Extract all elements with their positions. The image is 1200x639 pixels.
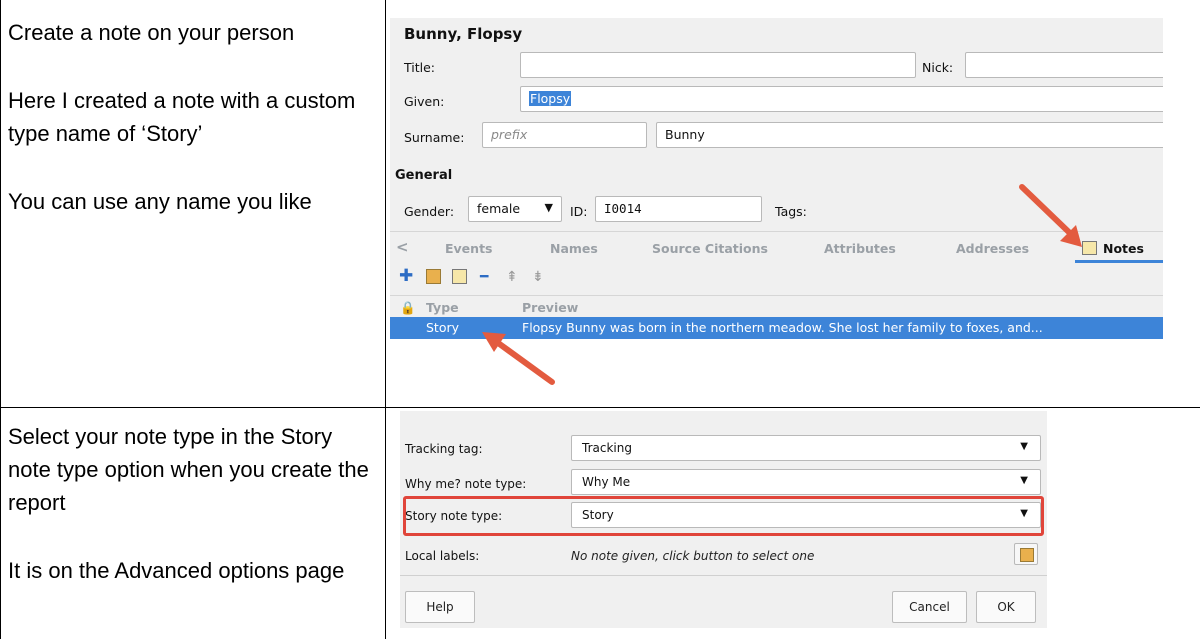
tabs-scroll-left-icon[interactable]: < <box>396 238 409 256</box>
privacy-lock-icon: 🔒 <box>400 300 416 315</box>
dialog-separator <box>400 575 1047 576</box>
given-value-selected: Flopsy <box>529 91 572 106</box>
tracking-tag-value: Tracking <box>582 441 632 455</box>
table-border-middle <box>385 0 386 639</box>
general-heading: General <box>395 168 453 183</box>
surname-input[interactable]: Bunny <box>656 122 1163 148</box>
local-labels-value: No note given, click button to select on… <box>571 549 815 563</box>
given-input[interactable]: Flopsy <box>520 86 1163 112</box>
tracking-tag-dropdown[interactable]: Tracking ▼ <box>571 435 1041 461</box>
local-labels-label: Local labels: <box>405 549 480 563</box>
highlight-box <box>403 496 1044 536</box>
why-me-note-type-dropdown[interactable]: Why Me ▼ <box>571 469 1041 495</box>
surname-label: Surname: <box>404 130 465 145</box>
person-editor-screenshot: Bunny, Flopsy Title: Nick: Given: Flopsy… <box>390 18 1163 402</box>
row1-paragraph-1: Create a note on your person <box>8 20 295 45</box>
person-name-title: Bunny, Flopsy <box>404 25 523 43</box>
share-note-icon[interactable] <box>426 269 441 288</box>
tab-source-citations[interactable]: Source Citations <box>652 241 768 256</box>
row1-paragraph-2: Here I created a note with a custom type… <box>8 88 356 146</box>
id-label: ID: <box>570 204 588 219</box>
row1-paragraph-3: You can use any name you like <box>8 189 312 214</box>
report-options-screenshot: Tracking tag: Tracking ▼ Why me? note ty… <box>400 411 1047 628</box>
prefix-input[interactable]: prefix <box>482 122 647 148</box>
why-me-note-type-label: Why me? note type: <box>405 477 527 491</box>
move-up-icon[interactable]: ⇞ <box>506 269 518 285</box>
tab-attributes[interactable]: Attributes <box>824 241 896 256</box>
prefix-placeholder: prefix <box>491 127 528 142</box>
title-input[interactable] <box>520 52 916 78</box>
tab-names[interactable]: Names <box>550 241 598 256</box>
gender-value: female <box>477 201 521 216</box>
gender-label: Gender: <box>404 204 455 219</box>
edit-note-icon[interactable] <box>452 269 467 288</box>
help-button[interactable]: Help <box>405 591 475 623</box>
why-me-note-type-value: Why Me <box>582 475 631 489</box>
row1-text: Create a note on your person Here I crea… <box>8 16 378 218</box>
title-label: Title: <box>404 60 435 75</box>
column-preview[interactable]: Preview <box>522 300 578 315</box>
cancel-button[interactable]: Cancel <box>892 591 967 623</box>
annotation-arrow-notes <box>1019 184 1082 247</box>
select-note-icon <box>1020 548 1034 562</box>
annotation-arrow-story <box>482 332 555 385</box>
move-down-icon[interactable]: ⇟ <box>532 269 544 285</box>
dropdown-arrow-icon: ▼ <box>544 201 553 214</box>
nick-label: Nick: <box>922 60 954 75</box>
remove-note-icon[interactable]: ━ <box>480 269 488 285</box>
tags-label: Tags: <box>775 204 807 219</box>
dropdown-arrow-icon: ▼ <box>1020 441 1028 452</box>
row2-paragraph-1: Select your note type in the Story note … <box>8 424 369 515</box>
tab-notes-label: Notes <box>1103 241 1144 256</box>
row2-paragraph-2: It is on the Advanced options page <box>8 558 345 583</box>
add-note-icon[interactable]: ✚ <box>399 266 413 286</box>
ok-button[interactable]: OK <box>976 591 1036 623</box>
gender-dropdown[interactable]: female ▼ <box>468 196 562 222</box>
active-tab-indicator <box>1075 260 1163 263</box>
dropdown-arrow-icon: ▼ <box>1020 475 1028 486</box>
nick-input[interactable] <box>965 52 1163 78</box>
table-border-left <box>0 0 1 639</box>
id-input[interactable]: I0014 <box>595 196 762 222</box>
row2-text: Select your note type in the Story note … <box>8 420 378 587</box>
tab-events[interactable]: Events <box>445 241 492 256</box>
row-type-cell: Story <box>426 320 460 335</box>
select-note-button[interactable] <box>1014 543 1038 565</box>
table-border-row <box>0 407 1200 408</box>
given-label: Given: <box>404 94 445 109</box>
column-type[interactable]: Type <box>426 300 459 315</box>
tracking-tag-label: Tracking tag: <box>405 442 483 456</box>
notes-grid-header: 🔒 Type Preview <box>390 295 1163 318</box>
tab-notes[interactable]: Notes <box>1082 241 1144 256</box>
row-preview-cell: Flopsy Bunny was born in the northern me… <box>522 320 1043 335</box>
